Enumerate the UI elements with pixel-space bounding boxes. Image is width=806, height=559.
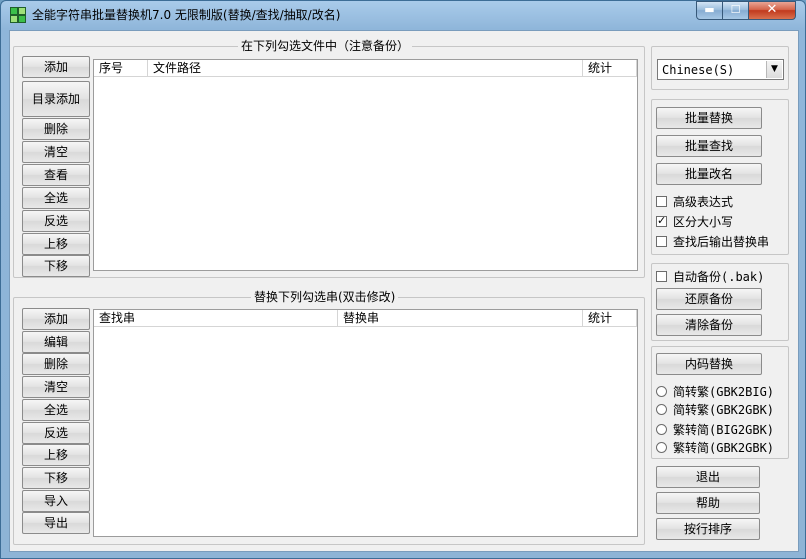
maximize-icon: ☐ — [730, 3, 741, 16]
chevron-down-icon[interactable]: ▼ — [766, 61, 782, 78]
radio-dot — [656, 424, 667, 435]
language-panel: Chinese(S) ▼ — [651, 46, 789, 90]
radio-dot — [656, 404, 667, 415]
encoding-replace-button[interactable]: 内码替换 — [656, 353, 762, 375]
checkbox-box — [656, 196, 667, 207]
client-area: 在下列勾选文件中（注意备份） 添加 目录添加 删除 清空 查看 全选 反选 上移… — [9, 30, 799, 552]
delete-string-button[interactable]: 删除 — [22, 353, 90, 375]
files-group-title: 在下列勾选文件中（注意备份） — [238, 39, 413, 53]
file-list-header: 序号 文件路径 统计 — [94, 60, 637, 77]
column-count[interactable]: 统计 — [583, 310, 637, 327]
add-file-button[interactable]: 添加 — [22, 56, 90, 78]
string-list[interactable]: 查找串 替换串 统计 — [93, 309, 638, 537]
column-index[interactable]: 序号 — [94, 60, 148, 77]
actions-panel: 批量替换 批量查找 批量改名 高级表达式 区分大小写 查找后输出替换串 — [651, 99, 789, 255]
view-file-button[interactable]: 查看 — [22, 164, 90, 186]
s2t-gbk2gbk-radio[interactable]: 简转繁(GBK2GBK) — [656, 403, 774, 417]
advanced-regex-checkbox[interactable]: 高级表达式 — [656, 195, 733, 209]
close-icon: ✕ — [766, 2, 778, 17]
gbk2big-radio[interactable]: 简转繁(GBK2BIG) — [656, 385, 774, 399]
string-list-header: 查找串 替换串 统计 — [94, 310, 637, 327]
window-title: 全能字符串批量替换机7.0 无限制版(替换/查找/抽取/改名) — [32, 8, 341, 22]
column-replace-string[interactable]: 替换串 — [338, 310, 583, 327]
sort-lines-button[interactable]: 按行排序 — [656, 518, 760, 540]
checkbox-box — [656, 236, 667, 247]
strings-group: 替换下列勾选串(双击修改) 添加 编辑 删除 清空 全选 反选 上移 下移 导入… — [13, 290, 645, 545]
column-file-path[interactable]: 文件路径 — [148, 60, 583, 77]
files-group: 在下列勾选文件中（注意备份） 添加 目录添加 删除 清空 查看 全选 反选 上移… — [13, 39, 645, 278]
radio-dot — [656, 442, 667, 453]
title-bar[interactable]: 全能字符串批量替换机7.0 无限制版(替换/查找/抽取/改名) ▬ ☐ ✕ — [1, 1, 805, 28]
big2gbk-radio[interactable]: 繁转简(BIG2GBK) — [656, 423, 774, 437]
export-button[interactable]: 导出 — [22, 512, 90, 534]
app-window: 全能字符串批量替换机7.0 无限制版(替换/查找/抽取/改名) ▬ ☐ ✕ 在下… — [0, 0, 806, 559]
language-select-value: Chinese(S) — [662, 63, 735, 77]
batch-replace-button[interactable]: 批量替换 — [656, 107, 762, 129]
checkbox-box-checked — [656, 214, 667, 228]
t2s-gbk2gbk-radio[interactable]: 繁转简(GBK2GBK) — [656, 441, 774, 455]
move-file-up-button[interactable]: 上移 — [22, 233, 90, 255]
column-find-string[interactable]: 查找串 — [94, 310, 338, 327]
add-directory-button[interactable]: 目录添加 — [22, 81, 90, 117]
move-file-down-button[interactable]: 下移 — [22, 255, 90, 277]
batch-find-button[interactable]: 批量查找 — [656, 135, 762, 157]
green-grid-icon — [10, 7, 26, 23]
select-all-strings-button[interactable]: 全选 — [22, 399, 90, 421]
radio-dot — [656, 386, 667, 397]
move-string-up-button[interactable]: 上移 — [22, 444, 90, 466]
column-count[interactable]: 统计 — [583, 60, 637, 77]
close-button[interactable]: ✕ — [748, 1, 796, 20]
output-replace-checkbox[interactable]: 查找后输出替换串 — [656, 235, 769, 249]
encoding-panel: 内码替换 简转繁(GBK2BIG) 简转繁(GBK2GBK) 繁转简(BIG2G… — [651, 346, 789, 459]
exit-button[interactable]: 退出 — [656, 466, 760, 488]
clear-files-button[interactable]: 清空 — [22, 141, 90, 163]
clear-strings-button[interactable]: 清空 — [22, 376, 90, 398]
maximize-button[interactable]: ☐ — [722, 1, 749, 20]
minimize-button[interactable]: ▬ — [696, 1, 723, 20]
file-list[interactable]: 序号 文件路径 统计 — [93, 59, 638, 271]
backup-panel: 自动备份(.bak) 还原备份 清除备份 — [651, 263, 789, 341]
strings-group-title: 替换下列勾选串(双击修改) — [251, 290, 399, 304]
batch-rename-button[interactable]: 批量改名 — [656, 163, 762, 185]
add-string-button[interactable]: 添加 — [22, 308, 90, 330]
delete-file-button[interactable]: 删除 — [22, 118, 90, 140]
invert-files-button[interactable]: 反选 — [22, 210, 90, 232]
checkbox-box — [656, 271, 667, 282]
help-button[interactable]: 帮助 — [656, 492, 760, 514]
invert-strings-button[interactable]: 反选 — [22, 422, 90, 444]
restore-backup-button[interactable]: 还原备份 — [656, 288, 762, 310]
select-all-files-button[interactable]: 全选 — [22, 187, 90, 209]
clear-backup-button[interactable]: 清除备份 — [656, 314, 762, 336]
edit-string-button[interactable]: 编辑 — [22, 331, 90, 353]
auto-backup-checkbox[interactable]: 自动备份(.bak) — [656, 270, 764, 284]
case-sensitive-checkbox[interactable]: 区分大小写 — [656, 214, 733, 229]
minimize-icon: ▬ — [704, 3, 715, 16]
language-select[interactable]: Chinese(S) ▼ — [657, 59, 784, 80]
move-string-down-button[interactable]: 下移 — [22, 467, 90, 489]
import-button[interactable]: 导入 — [22, 490, 90, 512]
